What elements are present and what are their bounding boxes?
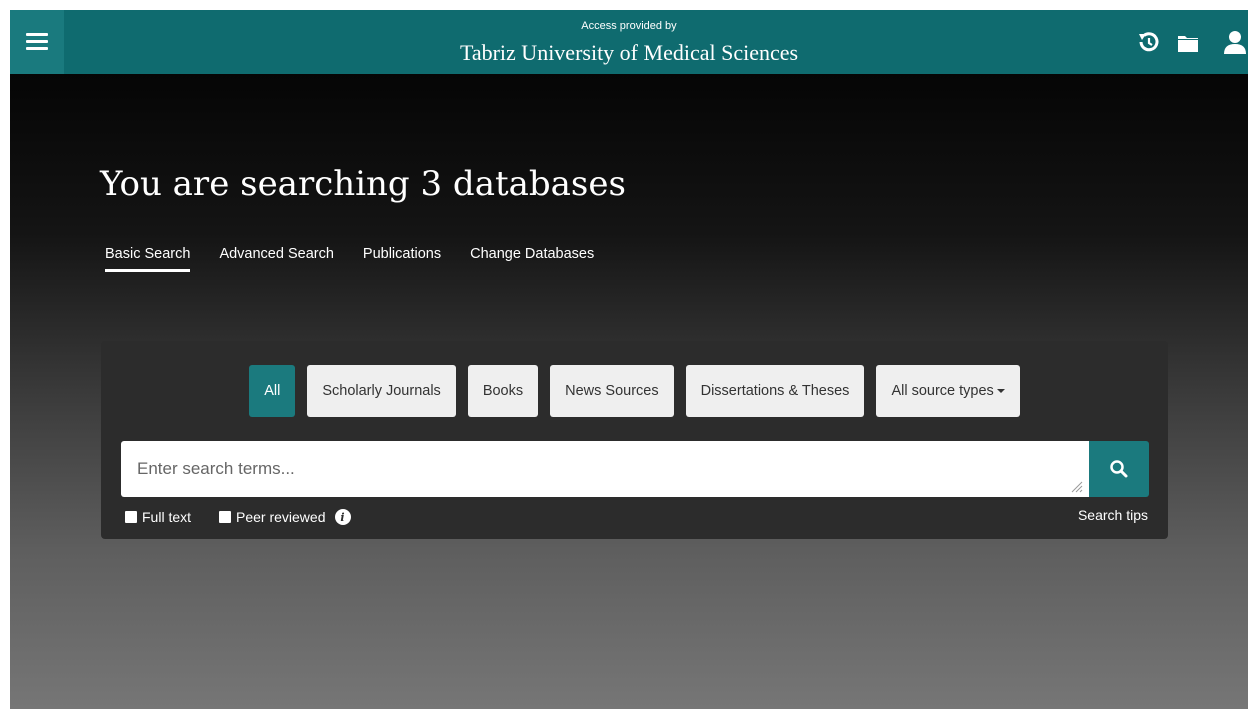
top-header: Access provided by Tabriz University of …	[10, 10, 1248, 74]
peer-reviewed-label: Peer reviewed	[236, 509, 326, 525]
peer-reviewed-checkbox-box[interactable]	[219, 511, 231, 523]
user-button[interactable]	[1222, 29, 1248, 55]
filter-dissertations-label: Dissertations & Theses	[700, 383, 850, 399]
filter-all-label: All	[264, 383, 281, 399]
filter-all-button[interactable]: All	[249, 365, 296, 417]
access-provided-label: Access provided by	[581, 20, 677, 32]
source-type-filters: All Scholarly Journals Books News Source…	[101, 365, 1168, 417]
page-title: You are searching 3 databases	[100, 164, 626, 204]
resize-handle-icon[interactable]	[1069, 479, 1083, 493]
full-text-label: Full text	[142, 509, 192, 525]
filter-books-label: Books	[482, 383, 524, 399]
search-tabs: Basic Search Advanced Search Publication…	[105, 246, 594, 272]
filter-scholarly-journals-button[interactable]: Scholarly Journals	[307, 365, 456, 417]
filter-books-button[interactable]: Books	[467, 365, 539, 417]
filter-news-sources-button[interactable]: News Sources	[550, 365, 674, 417]
tab-publications[interactable]: Publications	[363, 246, 441, 272]
full-text-checkbox-box[interactable]	[125, 511, 137, 523]
all-source-types-dropdown[interactable]: All source types	[876, 365, 1020, 417]
search-button[interactable]	[1089, 441, 1149, 497]
hero-section: You are searching 3 databases Basic Sear…	[10, 74, 1248, 709]
search-input[interactable]	[121, 441, 1089, 497]
search-icon	[1110, 460, 1128, 478]
search-panel: All Scholarly Journals Books News Source…	[101, 341, 1168, 539]
search-tips-link[interactable]: Search tips	[1078, 507, 1148, 523]
tab-advanced-search[interactable]: Advanced Search	[219, 246, 333, 272]
filter-scholarly-journals-label: Scholarly Journals	[322, 383, 441, 399]
info-icon[interactable]: i	[334, 509, 351, 525]
peer-reviewed-checkbox[interactable]: Peer reviewed i	[219, 509, 351, 525]
institution-name: Tabriz University of Medical Sciences	[459, 40, 799, 65]
user-icon	[1224, 31, 1246, 54]
folder-icon	[1178, 36, 1198, 52]
history-icon	[1139, 32, 1159, 52]
tab-basic-search[interactable]: Basic Search	[105, 246, 191, 272]
caret-down-icon	[996, 389, 1005, 393]
history-button[interactable]	[1136, 29, 1162, 55]
filter-dissertations-button[interactable]: Dissertations & Theses	[685, 365, 865, 417]
all-source-types-label: All source types	[891, 383, 994, 399]
filter-news-sources-label: News Sources	[565, 383, 659, 399]
folder-button[interactable]	[1175, 29, 1201, 55]
full-text-checkbox[interactable]: Full text	[125, 509, 191, 525]
tab-change-databases[interactable]: Change Databases	[470, 246, 594, 272]
app-frame: Access provided by Tabriz University of …	[10, 10, 1248, 709]
